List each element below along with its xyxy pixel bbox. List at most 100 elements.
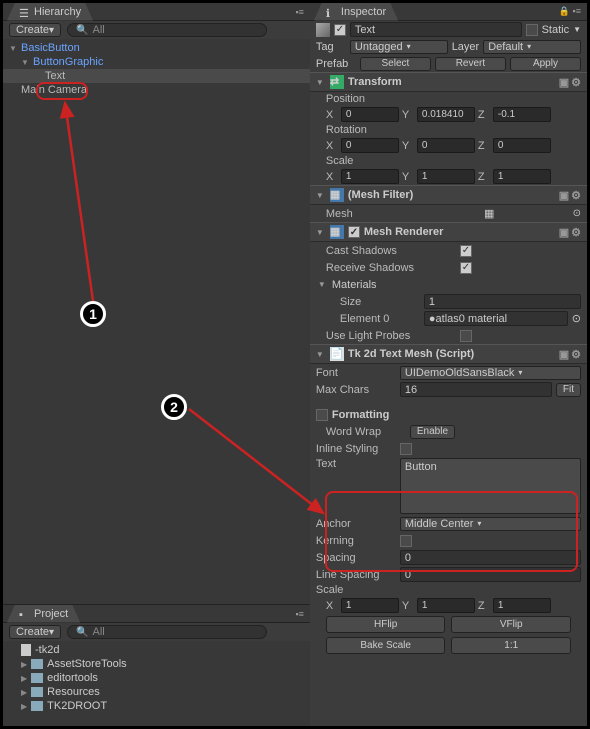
- tm-scale-z-input[interactable]: [493, 598, 551, 613]
- formatting-checkbox[interactable]: [316, 409, 328, 421]
- foldout-icon[interactable]: ▼: [21, 58, 31, 67]
- tree-item-text[interactable]: Text: [3, 69, 310, 83]
- inspector-tab[interactable]: ℹ Inspector: [314, 3, 398, 21]
- static-checkbox[interactable]: [526, 24, 538, 36]
- position-y-input[interactable]: [417, 107, 475, 122]
- maxchars-input[interactable]: [400, 382, 552, 397]
- vflip-button[interactable]: VFlip: [451, 616, 571, 633]
- tm-scale-x-input[interactable]: [341, 598, 399, 613]
- create-button[interactable]: Create ▾: [9, 23, 61, 37]
- scale-z-input[interactable]: [493, 169, 551, 184]
- tag-label: Tag: [316, 41, 346, 53]
- project-item[interactable]: ▶TK2DROOT: [3, 699, 310, 713]
- element0-label: Element 0: [340, 313, 420, 325]
- foldout-icon[interactable]: ▼: [316, 78, 326, 87]
- prefab-apply-button[interactable]: Apply: [510, 57, 581, 71]
- dock-menu-icon[interactable]: ▪≡: [295, 7, 303, 17]
- lightprobes-checkbox[interactable]: [460, 330, 472, 342]
- help-icon[interactable]: ▣: [559, 348, 569, 361]
- anchor-dropdown[interactable]: Middle Center: [400, 517, 581, 531]
- project-item[interactable]: ▶Resources: [3, 685, 310, 699]
- tree-item-basicbutton[interactable]: ▼BasicButton: [3, 41, 310, 55]
- linespacing-label: Line Spacing: [316, 569, 396, 581]
- gear-icon[interactable]: ⚙: [571, 348, 581, 361]
- position-z-input[interactable]: [493, 107, 551, 122]
- static-dropdown-icon[interactable]: ▼: [573, 25, 581, 34]
- tag-dropdown[interactable]: Untagged: [350, 40, 448, 54]
- scale-y-input[interactable]: [417, 169, 475, 184]
- project-item[interactable]: -tk2d: [3, 643, 310, 657]
- help-icon[interactable]: ▣: [559, 189, 569, 202]
- dock-menu-icon[interactable]: ▪≡: [295, 609, 303, 619]
- object-picker-icon[interactable]: ⊙: [572, 312, 581, 325]
- kerning-label: Kerning: [316, 535, 396, 547]
- gear-icon[interactable]: ⚙: [571, 189, 581, 202]
- kerning-checkbox[interactable]: [400, 535, 412, 547]
- project-create-button[interactable]: Create ▾: [9, 625, 61, 639]
- gear-icon[interactable]: ⚙: [571, 226, 581, 239]
- rotation-y-input[interactable]: [417, 138, 475, 153]
- foldout-icon[interactable]: ▼: [316, 350, 326, 359]
- position-x-input[interactable]: [341, 107, 399, 122]
- foldout-icon[interactable]: ▼: [316, 228, 326, 237]
- hierarchy-tab[interactable]: ☰ Hierarchy: [7, 3, 93, 21]
- maxchars-label: Max Chars: [316, 384, 396, 396]
- folder-icon: [31, 659, 43, 669]
- project-tree: -tk2d ▶AssetStoreTools ▶editortools ▶Res…: [3, 641, 310, 726]
- mesh-label: Mesh: [326, 208, 406, 220]
- tree-item-maincamera[interactable]: Main Camera: [3, 83, 310, 97]
- linespacing-input[interactable]: [400, 567, 581, 582]
- textmesh-title: Tk 2d Text Mesh (Script): [348, 348, 474, 360]
- cast-shadows-checkbox[interactable]: ✓: [460, 245, 472, 257]
- element0-field[interactable]: ● atlas0 material: [424, 311, 568, 326]
- layer-dropdown[interactable]: Default: [483, 40, 581, 54]
- meshrenderer-enabled-checkbox[interactable]: ✓: [348, 226, 360, 238]
- lightprobes-label: Use Light Probes: [326, 330, 456, 342]
- hierarchy-search-input[interactable]: 🔍 All: [67, 23, 267, 37]
- scale-x-input[interactable]: [341, 169, 399, 184]
- active-checkbox[interactable]: ✓: [334, 24, 346, 36]
- foldout-icon[interactable]: ▼: [316, 191, 326, 200]
- receive-shadows-checkbox[interactable]: ✓: [460, 262, 472, 274]
- rotation-z-input[interactable]: [493, 138, 551, 153]
- project-search-input[interactable]: 🔍 All: [67, 625, 267, 639]
- transform-icon: ⇄: [330, 75, 344, 89]
- project-tab[interactable]: ▪ Project: [7, 605, 80, 623]
- gameobject-icon[interactable]: [316, 23, 330, 37]
- foldout-icon[interactable]: ▼: [318, 280, 328, 289]
- object-picker-icon[interactable]: ⊙: [573, 208, 581, 219]
- hierarchy-tree: ▼BasicButton ▼ButtonGraphic Text Main Ca…: [3, 39, 310, 604]
- ratio-button[interactable]: 1:1: [451, 637, 571, 654]
- prefab-select-button[interactable]: Select: [360, 57, 431, 71]
- wordwrap-enable-button[interactable]: Enable: [410, 425, 455, 439]
- bake-scale-button[interactable]: Bake Scale: [326, 637, 446, 654]
- inline-styling-checkbox[interactable]: [400, 443, 412, 455]
- prefab-label: Prefab: [316, 58, 356, 70]
- hflip-button[interactable]: HFlip: [326, 616, 446, 633]
- rotation-label: Rotation: [310, 123, 587, 137]
- spacing-input[interactable]: [400, 550, 581, 565]
- project-item[interactable]: ▶editortools: [3, 671, 310, 685]
- scale-label: Scale: [310, 154, 587, 168]
- materials-label: Materials: [332, 279, 377, 291]
- spacing-label: Spacing: [316, 552, 396, 564]
- tm-scale-y-input[interactable]: [417, 598, 475, 613]
- wordwrap-label: Word Wrap: [326, 426, 406, 438]
- font-dropdown[interactable]: UIDemoOldSansBlack: [400, 366, 581, 380]
- meshrenderer-title: Mesh Renderer: [364, 226, 443, 238]
- transform-title: Transform: [348, 76, 402, 88]
- fit-button[interactable]: Fit: [556, 383, 581, 397]
- prefab-revert-button[interactable]: Revert: [435, 57, 506, 71]
- materials-size-input[interactable]: [424, 294, 581, 309]
- gear-icon[interactable]: ⚙: [571, 76, 581, 89]
- rotation-x-input[interactable]: [341, 138, 399, 153]
- dock-menu-icon[interactable]: 🔒 ▪≡: [559, 6, 581, 17]
- gameobject-name-input[interactable]: [350, 22, 522, 37]
- help-icon[interactable]: ▣: [559, 226, 569, 239]
- cast-shadows-label: Cast Shadows: [326, 245, 456, 257]
- tree-item-buttongraphic[interactable]: ▼ButtonGraphic: [3, 55, 310, 69]
- text-textarea[interactable]: Button: [400, 458, 581, 514]
- foldout-icon[interactable]: ▼: [9, 44, 19, 53]
- help-icon[interactable]: ▣: [559, 76, 569, 89]
- project-item[interactable]: ▶AssetStoreTools: [3, 657, 310, 671]
